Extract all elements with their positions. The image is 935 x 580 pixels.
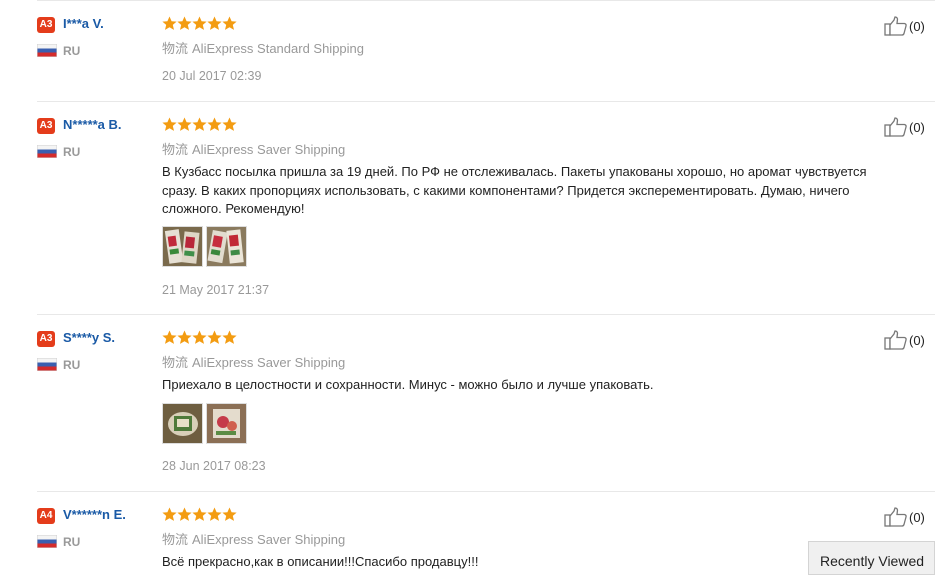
star-rating — [162, 117, 237, 132]
review-item: A3 N*****a B. RU 物流 AliExpress Saver Ship… — [37, 101, 935, 315]
shipping-method: 物流 AliExpress Standard Shipping — [162, 38, 364, 57]
star-icon — [222, 507, 237, 521]
russia-flag-icon — [37, 358, 57, 371]
reviewer-country: RU — [63, 44, 81, 58]
helpful-count: (0) — [909, 18, 925, 34]
product-package-image — [163, 227, 202, 266]
shipping-tag: 物流 — [162, 142, 189, 157]
shipping-method: 物流 AliExpress Saver Shipping — [162, 529, 345, 548]
buyer-level-badge: A3 — [37, 331, 55, 347]
review-text: Приехало в целостности и сохранности. Ми… — [162, 377, 654, 392]
star-icon — [162, 16, 177, 30]
helpful-count: (0) — [909, 509, 925, 525]
product-package-image — [207, 227, 246, 266]
buyer-level-badge: A3 — [37, 118, 55, 134]
buyer-level-badge: A3 — [37, 17, 55, 33]
star-icon — [207, 16, 222, 30]
russia-flag-icon — [37, 44, 57, 57]
star-icon — [177, 507, 192, 521]
reviewer-country: RU — [63, 358, 81, 372]
star-icon — [192, 507, 207, 521]
star-icon — [222, 16, 237, 30]
shipping-method-label: AliExpress Saver Shipping — [192, 532, 346, 547]
reviewer-name[interactable]: S****y S. — [63, 330, 115, 345]
star-icon — [192, 117, 207, 131]
shipping-method: 物流 AliExpress Saver Shipping — [162, 352, 345, 371]
star-rating — [162, 330, 237, 345]
star-icon — [192, 16, 207, 30]
review-text: В Кузбасс посылка пришла за 19 дней. По … — [162, 164, 867, 216]
review-photo-thumbnail[interactable] — [206, 403, 247, 444]
reviewer-name[interactable]: N*****a B. — [63, 117, 122, 132]
thumbs-up-icon — [884, 507, 907, 527]
shipping-method: 物流 AliExpress Saver Shipping — [162, 139, 345, 158]
recently-viewed-button[interactable]: Recently Viewed — [808, 541, 935, 575]
review-photos — [162, 403, 250, 444]
product-package-image — [163, 404, 202, 443]
star-icon — [222, 117, 237, 131]
star-icon — [192, 330, 207, 344]
star-icon — [222, 330, 237, 344]
russia-flag-icon — [37, 535, 57, 548]
helpful-button[interactable]: (0) — [884, 330, 925, 350]
thumbs-up-icon — [884, 330, 907, 350]
star-icon — [162, 507, 177, 521]
shipping-tag: 物流 — [162, 532, 189, 547]
reviewer-country: RU — [63, 535, 81, 549]
review-photo-thumbnail[interactable] — [162, 226, 203, 267]
review-text: Всё прекрасно,как в описании!!!Спасибо п… — [162, 554, 479, 569]
shipping-method-label: AliExpress Standard Shipping — [192, 41, 365, 56]
star-rating — [162, 16, 237, 31]
reviewer-name[interactable]: I***a V. — [63, 16, 104, 31]
review-item: A3 S****y S. RU 物流 AliExpress Saver Shipp… — [37, 314, 935, 492]
thumbs-up-icon — [884, 16, 907, 36]
helpful-button[interactable]: (0) — [884, 16, 925, 36]
review-date: 21 May 2017 21:37 — [162, 283, 270, 297]
review-photos — [162, 226, 250, 267]
review-photo-thumbnail[interactable] — [206, 226, 247, 267]
russia-flag-icon — [37, 145, 57, 158]
shipping-tag: 物流 — [162, 355, 189, 370]
star-icon — [162, 330, 177, 344]
helpful-button[interactable]: (0) — [884, 117, 925, 137]
review-item: A3 I***a V. RU 物流 AliExpress Standard Shi… — [37, 0, 935, 102]
star-icon — [177, 117, 192, 131]
helpful-count: (0) — [909, 119, 925, 135]
shipping-method-label: AliExpress Saver Shipping — [192, 142, 346, 157]
shipping-tag: 物流 — [162, 41, 189, 56]
star-icon — [177, 16, 192, 30]
buyer-level-badge: A4 — [37, 508, 55, 524]
shipping-method-label: AliExpress Saver Shipping — [192, 355, 346, 370]
review-photo-thumbnail[interactable] — [162, 403, 203, 444]
product-package-image — [207, 404, 246, 443]
star-icon — [207, 330, 222, 344]
star-icon — [177, 330, 192, 344]
review-date: 20 Jul 2017 02:39 — [162, 69, 262, 83]
star-icon — [162, 117, 177, 131]
thumbs-up-icon — [884, 117, 907, 137]
review-date: 28 Jun 2017 08:23 — [162, 459, 266, 473]
reviewer-name[interactable]: V******n E. — [63, 507, 126, 522]
star-icon — [207, 507, 222, 521]
star-icon — [207, 117, 222, 131]
reviewer-country: RU — [63, 145, 81, 159]
helpful-count: (0) — [909, 332, 925, 348]
review-item: A4 V******n E. RU 物流 AliExpress Saver Shi… — [37, 491, 935, 575]
star-rating — [162, 507, 237, 522]
helpful-button[interactable]: (0) — [884, 507, 925, 527]
